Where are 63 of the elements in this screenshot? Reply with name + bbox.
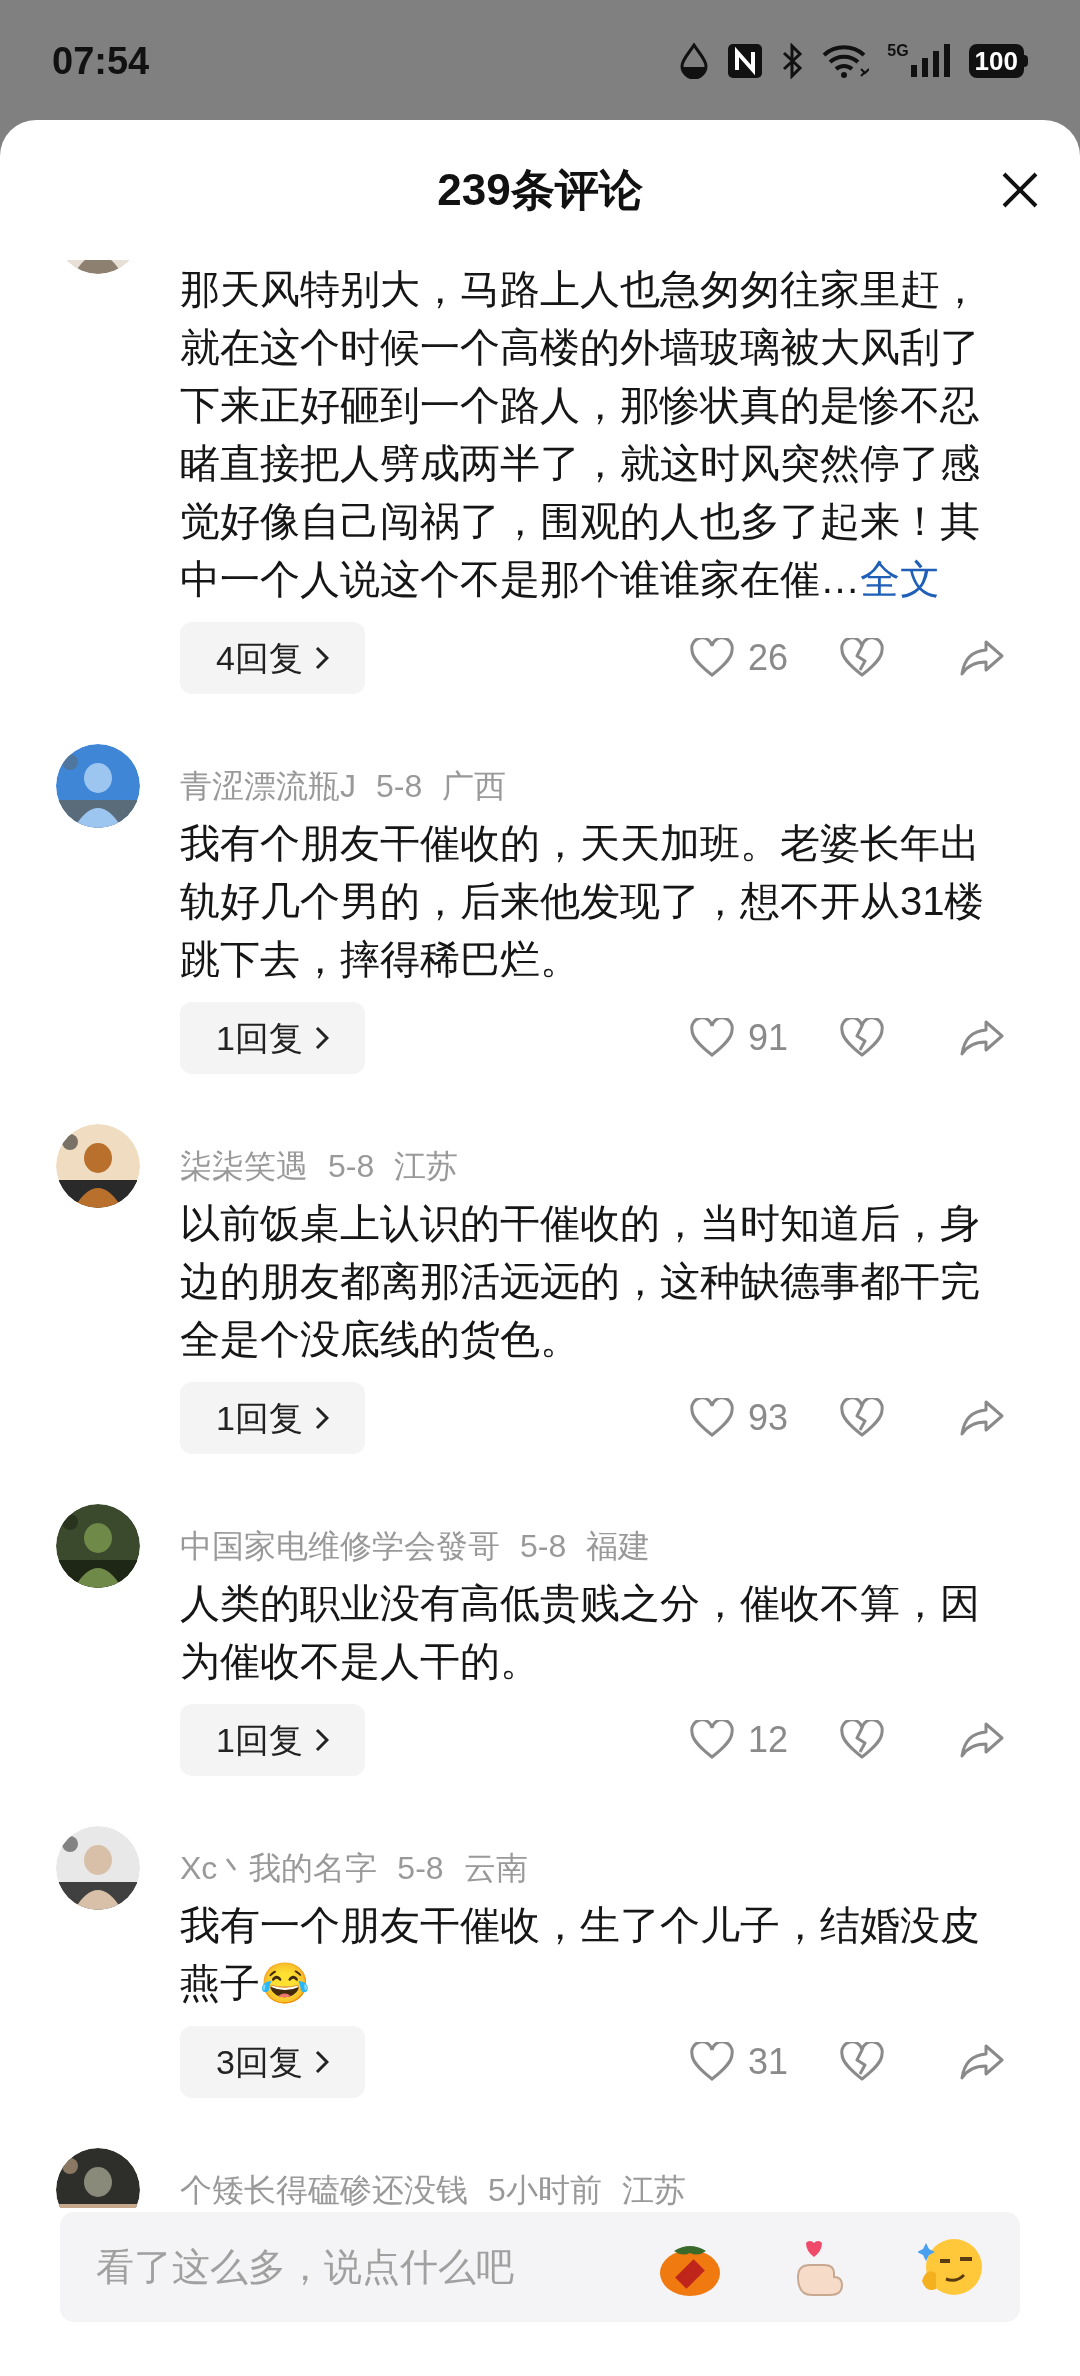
- comment-date: 5-8: [520, 1527, 567, 1566]
- comment-date: 5-8: [376, 767, 423, 806]
- comment-region: 福建: [586, 1527, 651, 1566]
- comment-input[interactable]: 看了这么多，说点什么吧: [96, 2238, 658, 2296]
- chevron-icon: [314, 1728, 329, 1752]
- broken-heart-icon[interactable]: [840, 2042, 884, 2082]
- replies-button[interactable]: 3回复: [180, 2026, 365, 2098]
- heart-icon[interactable]: [690, 1720, 734, 1760]
- sheet-title: 239条评论: [437, 164, 643, 216]
- battery-level: 100: [968, 44, 1024, 78]
- drop-icon: [679, 43, 710, 79]
- comment-region: 云南: [463, 1849, 528, 1888]
- bluetooth-icon: [781, 43, 804, 79]
- smirk-face-icon[interactable]: [918, 2237, 984, 2297]
- comment-field[interactable]: 看了这么多，说点什么吧: [60, 2212, 1020, 2322]
- chevron-icon: [314, 646, 329, 670]
- replies-button[interactable]: 1回复: [180, 1704, 365, 1776]
- broken-heart-icon[interactable]: [840, 638, 884, 678]
- comment-text: 人类的职业没有高低贵贱之分，催收不算，因为催收不是人干的。: [180, 1580, 981, 1685]
- heart-icon[interactable]: [690, 638, 734, 678]
- broken-heart-icon[interactable]: [840, 1398, 884, 1438]
- broken-heart-icon[interactable]: [840, 1018, 884, 1058]
- comment-text: 我有一个朋友干催收，生了个儿子，结婚没皮燕子😂: [180, 1902, 981, 2007]
- comment-text: 那天风特别大，马路上人也急匆匆往家里赶，就在这个时候一个高楼的外墙玻璃被大风刮了下来正好砸到一个路人，那惨状真的是惨不忍睹直接把人劈成两半了，就这时风突然停了感觉好像自己闯祸了，围观的人也多了起来！其中一个人说这个不是那个谁谁家在催…全文: [180, 266, 981, 603]
- replies-button[interactable]: 4回复: [180, 622, 365, 694]
- signal-icon: [910, 43, 951, 79]
- comment-region: 江苏: [394, 1147, 459, 1186]
- like-count: 12: [748, 1718, 789, 1762]
- network-label: 5G: [887, 43, 909, 59]
- author-name: 青涩漂流瓶J: [180, 767, 356, 806]
- chevron-icon: [314, 2050, 329, 2074]
- comment-text: 我有个朋友干催收的，天天加班。老婆长年出轨好几个男的，后来他发现了，想不开从31楼跳下去，摔得稀巴烂。: [180, 820, 986, 983]
- share-icon[interactable]: [960, 1398, 1004, 1438]
- author-name: 柒柒笑遇: [180, 1147, 308, 1186]
- share-icon[interactable]: [960, 2042, 1004, 2082]
- nfc-icon: [727, 43, 764, 79]
- heart-icon[interactable]: [690, 1398, 734, 1438]
- like-count: 26: [748, 636, 789, 680]
- author-name: Xc丶我的名字: [180, 1849, 378, 1888]
- replies-button[interactable]: 1回复: [180, 1002, 365, 1074]
- like-count: 31: [748, 2040, 789, 2084]
- full-text-link[interactable]: 全文: [860, 557, 940, 601]
- heart-icon[interactable]: [690, 1018, 734, 1058]
- like-count: 91: [748, 1016, 789, 1060]
- comment-date: 5小时前: [488, 2171, 602, 2208]
- comment-text: 以前饭桌上认识的干催收的，当时知道后，身边的朋友都离那活远远的，这种缺德事都干完全是个没底线的货色。: [180, 1200, 981, 1363]
- author-name: 中国家电维修学会發哥: [180, 1527, 500, 1566]
- comment-region: 广西: [442, 767, 507, 806]
- chevron-icon: [314, 1026, 329, 1050]
- comment-region: 江苏: [621, 2171, 686, 2208]
- comment-date: 5-8: [397, 1849, 444, 1888]
- comment-date: 5-8: [328, 1147, 375, 1186]
- share-icon[interactable]: [960, 638, 1004, 678]
- chevron-icon: [314, 1406, 329, 1430]
- like-count: 93: [748, 1396, 789, 1440]
- replies-button[interactable]: 1回复: [180, 1382, 365, 1454]
- heart-icon[interactable]: [690, 2042, 734, 2082]
- share-icon[interactable]: [960, 1720, 1004, 1760]
- author-name: 个矮长得磕碜还没钱: [180, 2171, 468, 2208]
- wifi-icon: [821, 43, 870, 79]
- broken-heart-icon[interactable]: [840, 1720, 884, 1760]
- status-time: 07:54: [52, 38, 150, 84]
- share-icon[interactable]: [960, 1018, 1004, 1058]
